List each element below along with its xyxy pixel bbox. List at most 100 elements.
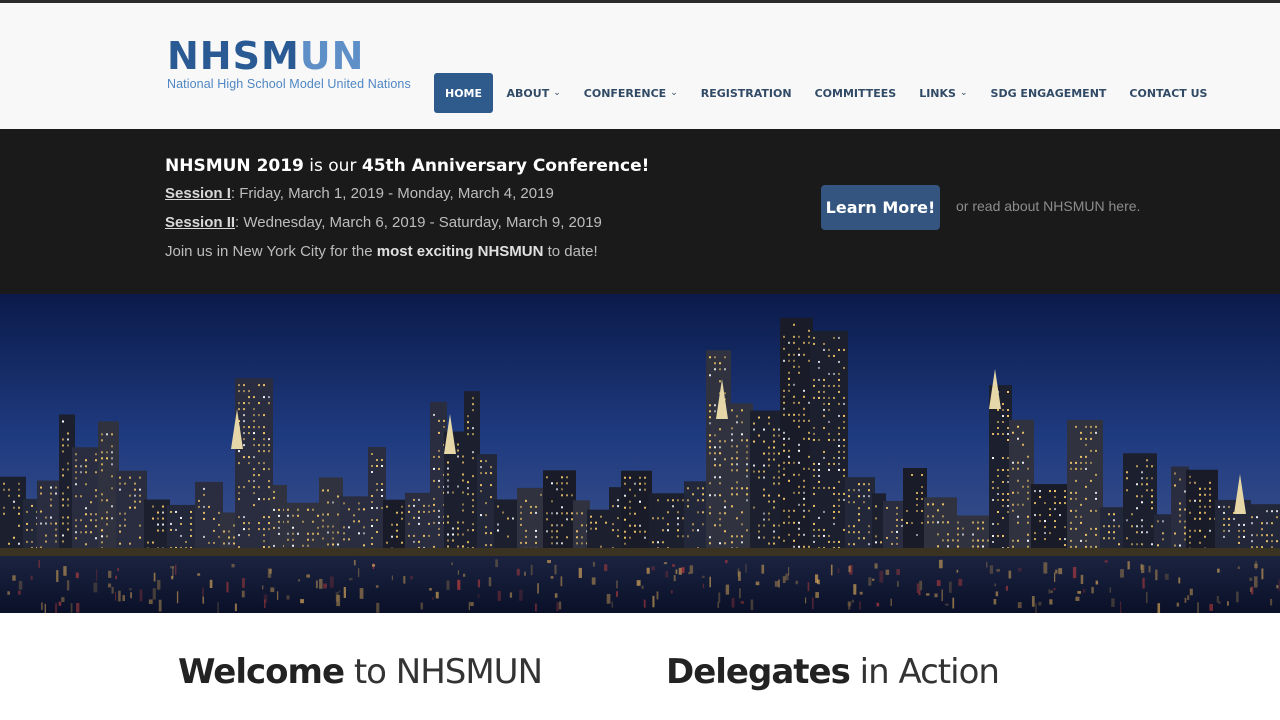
skyline-window (687, 499, 689, 502)
skyline-window (101, 469, 103, 472)
skyline-window (452, 533, 454, 536)
water-reflection (673, 575, 676, 582)
session-2-link[interactable]: Session II (165, 214, 235, 231)
water-reflection (1031, 596, 1035, 607)
skyline-window (243, 426, 245, 429)
skyline-window (644, 488, 646, 491)
skyline-window (363, 508, 365, 511)
skyline-window (746, 493, 748, 496)
skyline-window (312, 520, 314, 523)
nav-committees[interactable]: COMMITTEES (803, 73, 908, 113)
skyline-window (1223, 529, 1225, 532)
skyline-window (768, 458, 770, 461)
nav-registration[interactable]: REGISTRATION (689, 73, 803, 113)
skyline-building (195, 481, 223, 556)
skyline-window (833, 438, 835, 441)
nav-sdg-engagement[interactable]: SDG ENGAGEMENT (979, 73, 1118, 113)
skyline-window (67, 528, 69, 531)
skyline-window (858, 483, 860, 486)
skyline-window (101, 517, 103, 520)
skyline-window (783, 437, 785, 440)
site-logo[interactable]: NHSMUN National High School Model United… (167, 36, 411, 91)
water-reflection (616, 580, 618, 589)
skyline-window (457, 455, 459, 458)
skyline-window (413, 504, 415, 507)
skyline-window (992, 522, 994, 525)
read-about-link[interactable]: or read about NHSMUN here. (956, 198, 1140, 214)
skyline-window (719, 440, 721, 443)
skyline-window (497, 523, 499, 526)
join-text: Join us in New York City for the most ex… (165, 243, 598, 260)
skyline-window (753, 422, 755, 425)
skyline-window (8, 488, 10, 491)
skyline-window (1002, 480, 1004, 483)
skyline-window (1007, 456, 1009, 459)
skyline-window (268, 444, 270, 447)
skyline-window (243, 384, 245, 387)
skyline-window (773, 476, 775, 479)
skyline-window (67, 498, 69, 501)
skyline-window (337, 543, 339, 546)
skyline-window (868, 489, 870, 492)
skyline-window (85, 513, 87, 516)
water-reflection (718, 592, 721, 603)
skyline-window (906, 509, 908, 512)
skyline-window (803, 545, 805, 548)
nav-conference[interactable]: CONFERENCE ⌄ (572, 73, 689, 113)
water-reflection (782, 576, 786, 584)
skyline-window (1209, 529, 1211, 532)
skyline-window (937, 545, 939, 548)
water-reflection (12, 575, 16, 581)
skyline-window (418, 510, 420, 513)
skyline-window (13, 506, 15, 509)
water-reflection (495, 559, 499, 568)
skyline-window (480, 490, 482, 493)
skyline-window (101, 541, 103, 544)
skyline-window (858, 537, 860, 540)
skyline-window (714, 458, 716, 461)
water-reflection (731, 598, 735, 608)
skyline-window (1044, 538, 1046, 541)
skyline-window (808, 419, 810, 422)
skyline-window (1199, 517, 1201, 520)
skyline-window (793, 365, 795, 368)
water-reflection (319, 578, 323, 589)
skyline-window (808, 509, 810, 512)
skyline-window (1017, 503, 1019, 506)
skyline-window (1266, 540, 1268, 543)
skyline-window (709, 422, 711, 425)
water-reflection (1035, 603, 1037, 613)
skyline-window (371, 507, 373, 510)
skyline-window (581, 512, 583, 515)
skyline-window (263, 438, 265, 441)
skyline-window (1095, 431, 1097, 434)
skyline-window (1027, 497, 1029, 500)
skyline-window (773, 440, 775, 443)
skyline-window (447, 521, 449, 524)
skyline-window (788, 449, 790, 452)
skyline-window (571, 494, 573, 497)
learn-more-button[interactable]: Learn More! (821, 185, 940, 230)
skyline-window (932, 503, 934, 506)
nav-home[interactable]: HOME (434, 73, 494, 113)
skyline-window (863, 483, 865, 486)
skyline-window (868, 543, 870, 546)
nav-contact-us[interactable]: CONTACT US (1118, 73, 1219, 113)
nav-about[interactable]: ABOUT ⌄ (495, 73, 572, 113)
skyline-window (551, 530, 553, 533)
skyline-window (731, 535, 733, 538)
skyline-window (67, 486, 69, 489)
skyline-window (714, 476, 716, 479)
water-reflection (816, 579, 820, 585)
chevron-down-icon: ⌄ (670, 88, 678, 98)
skyline-window (376, 465, 378, 468)
session-1-link[interactable]: Session I (165, 185, 231, 202)
water-reflection (108, 570, 112, 578)
skyline-window (152, 517, 154, 520)
nav-links[interactable]: LINKS ⌄ (908, 73, 979, 113)
skyline-window (213, 517, 215, 520)
skyline-window (26, 528, 28, 531)
skyline-window (813, 540, 815, 543)
skyline-window (773, 542, 775, 545)
skyline-window (1141, 483, 1143, 486)
